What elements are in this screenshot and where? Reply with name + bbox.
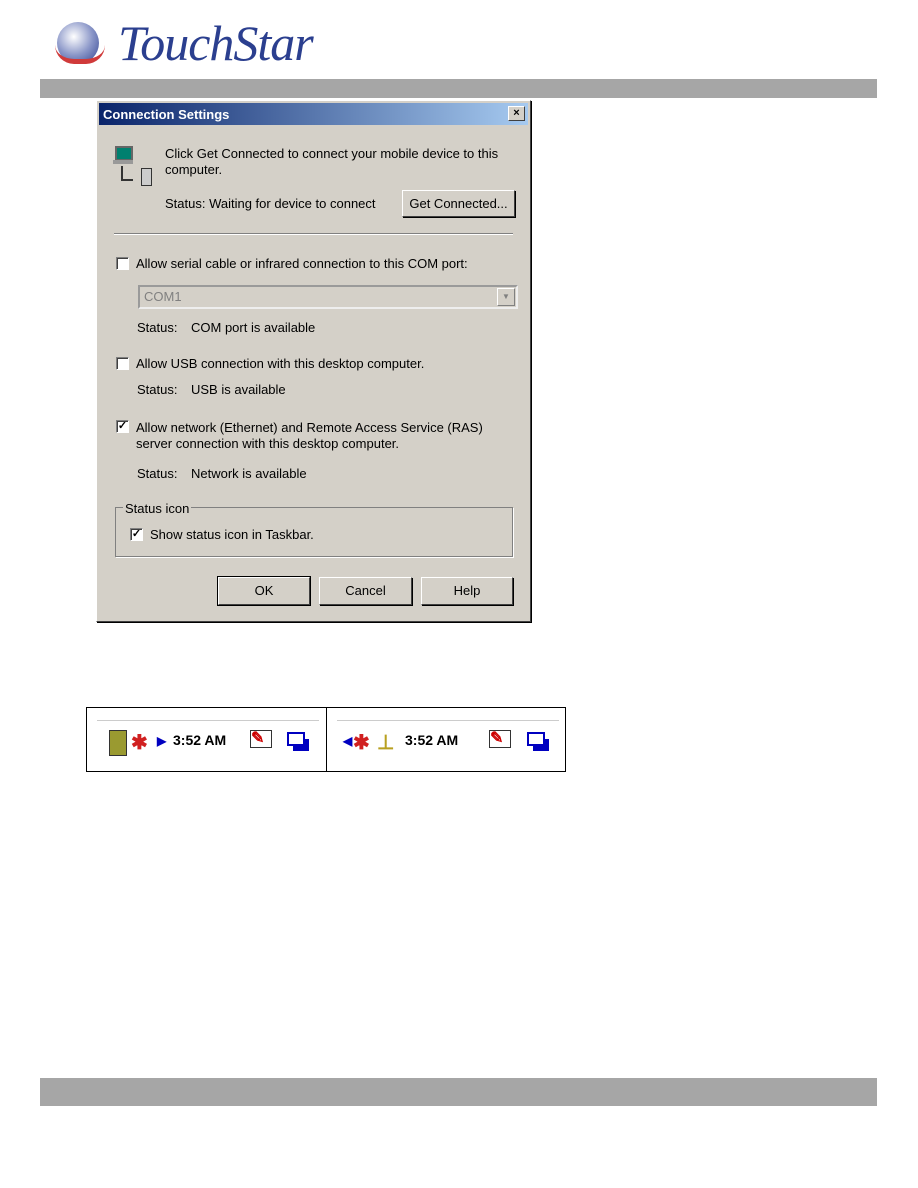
serial-label[interactable]: Allow serial cable or infrared connectio… bbox=[136, 256, 468, 271]
footer-bar bbox=[40, 1078, 877, 1106]
network-label[interactable]: Allow network (Ethernet) and Remote Acce… bbox=[136, 420, 483, 435]
usb-label[interactable]: Allow USB connection with this desktop c… bbox=[136, 356, 424, 371]
show-status-icon-label[interactable]: Show status icon in Taskbar. bbox=[150, 527, 314, 542]
taskbar-clock: 3:52 AM bbox=[405, 732, 459, 748]
usb-status-label: Status: bbox=[137, 382, 178, 397]
collapse-arrow-icon[interactable]: ◀ bbox=[343, 734, 352, 748]
intro-text-2: computer. bbox=[165, 162, 223, 177]
input-panel-icon[interactable]: ✎ bbox=[489, 730, 511, 748]
taskbar-clock: 3:52 AM bbox=[173, 732, 227, 748]
connected-icon[interactable]: ⊥ bbox=[377, 730, 394, 755]
chevron-down-icon: ▼ bbox=[497, 288, 515, 306]
header-bar bbox=[40, 79, 877, 98]
show-status-icon-checkbox[interactable]: ✓ bbox=[130, 528, 143, 541]
network-checkbox[interactable]: ✓ bbox=[116, 420, 129, 433]
usb-checkbox[interactable] bbox=[116, 357, 129, 370]
close-button[interactable]: × bbox=[508, 106, 525, 121]
connection-settings-dialog: Connection Settings × Click Get Connecte… bbox=[96, 100, 531, 622]
com-port-value: COM1 bbox=[144, 289, 182, 304]
serial-status: COM port is available bbox=[191, 320, 316, 335]
title-bar: Connection Settings × bbox=[99, 103, 528, 125]
usb-status: USB is available bbox=[191, 382, 286, 397]
connection-icon bbox=[113, 146, 152, 186]
intro-text: Click Get Connected to connect your mobi… bbox=[165, 146, 499, 161]
separator bbox=[114, 233, 513, 235]
dialog-title: Connection Settings bbox=[103, 107, 230, 122]
input-panel-icon[interactable]: ✎ bbox=[250, 730, 272, 748]
connection-status: Status: Waiting for device to connect bbox=[165, 196, 376, 211]
disconnected-icon[interactable]: ✱ bbox=[131, 730, 148, 755]
serial-status-label: Status: bbox=[137, 320, 178, 335]
get-connected-button[interactable]: Get Connected... bbox=[402, 190, 515, 217]
cancel-button[interactable]: Cancel bbox=[319, 577, 412, 605]
network-status-label: Status: bbox=[137, 466, 178, 481]
windows-icon[interactable] bbox=[527, 732, 545, 746]
disconnected-icon[interactable]: ✱ bbox=[353, 730, 370, 755]
expand-arrow-icon[interactable]: ▶ bbox=[157, 734, 166, 748]
network-label-2[interactable]: server connection with this desktop comp… bbox=[136, 436, 399, 451]
com-port-select[interactable]: COM1 ▼ bbox=[138, 285, 518, 309]
logo-swoosh-icon bbox=[55, 45, 105, 64]
taskbar-examples: ✱ ▶ 3:52 AM ✎ ◀ ✱ ⊥ 3:52 AM ✎ bbox=[86, 707, 566, 772]
serial-checkbox[interactable] bbox=[116, 257, 129, 270]
network-status: Network is available bbox=[191, 466, 307, 481]
group-legend: Status icon bbox=[123, 501, 192, 516]
battery-icon[interactable] bbox=[109, 730, 127, 756]
windows-icon[interactable] bbox=[287, 732, 305, 746]
ok-button[interactable]: OK bbox=[217, 576, 311, 606]
logo: TouchStar bbox=[118, 15, 314, 71]
help-button[interactable]: Help bbox=[421, 577, 513, 605]
